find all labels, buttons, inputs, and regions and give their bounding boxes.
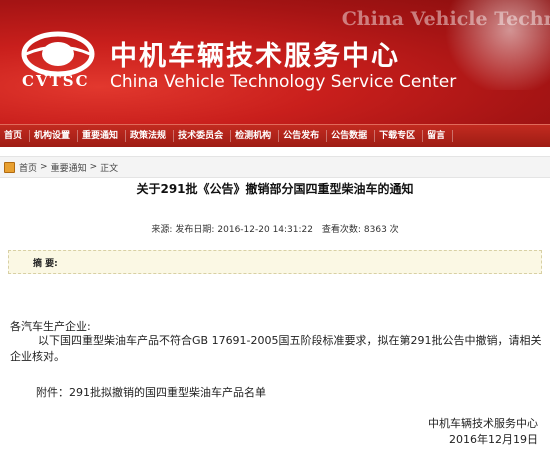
- main-nav: 首页 机构设置 重要通知 政策法规 技术委员会 检测机构 公告发布 公告数据 下…: [0, 124, 550, 147]
- published-date: 2016-12-20 14:31:22: [217, 225, 313, 235]
- nav-item-downloads[interactable]: 下载专区: [375, 130, 424, 142]
- views-count: 8363 次: [363, 225, 399, 235]
- breadcrumb-home[interactable]: 首页: [19, 161, 37, 174]
- abstract-box: 摘 要:: [8, 250, 542, 274]
- breadcrumb: 首页 > 重要通知 > 正文: [0, 156, 550, 178]
- nav-item-organization[interactable]: 机构设置: [30, 130, 79, 142]
- nav-item-tech-committee[interactable]: 技术委员会: [174, 130, 232, 142]
- site-title-en: China Vehicle Technology Service Center: [110, 72, 457, 92]
- breadcrumb-section[interactable]: 重要通知: [51, 161, 87, 174]
- nav-item-notices[interactable]: 重要通知: [78, 130, 127, 142]
- article-meta: 来源: 发布日期: 2016-12-20 14:31:22 查看次数: 8363 次: [0, 222, 550, 235]
- attachment-link[interactable]: 附件：291批拟撤销的国四重型柴油车产品名单: [36, 384, 266, 400]
- banner-watermark: China Vehicle Technolo: [341, 8, 550, 30]
- breadcrumb-separator: >: [40, 162, 48, 172]
- abstract-label: 摘 要:: [33, 258, 58, 269]
- signature-date: 2016年12月19日: [449, 433, 538, 446]
- header-banner: China Vehicle Technolo CVTSC 中机车辆技术服务中心 …: [0, 0, 550, 124]
- nav-item-home[interactable]: 首页: [0, 130, 31, 142]
- breadcrumb-separator: >: [89, 162, 98, 172]
- nav-item-announcement-data[interactable]: 公告数据: [327, 130, 376, 142]
- salutation: 各汽车生产企业:: [10, 320, 91, 333]
- nav-item-announcements[interactable]: 公告发布: [279, 130, 328, 142]
- signature-org: 中机车辆技术服务中心: [428, 417, 538, 430]
- logo-text: CVTSC: [22, 72, 90, 90]
- home-icon: [4, 161, 15, 173]
- published-label: 发布日期:: [175, 225, 215, 235]
- cvtsc-logo-icon: [21, 31, 95, 77]
- article-title: 关于291批《公告》撤销部分国四重型柴油车的通知: [136, 182, 414, 196]
- body-paragraph: 以下国四重型柴油车产品不符合GB 17691-2005国五阶段标准要求，拟在第2…: [10, 334, 542, 363]
- breadcrumb-current: 正文: [100, 163, 119, 174]
- source-label: 来源:: [151, 225, 173, 235]
- nav-item-testing[interactable]: 检测机构: [231, 130, 280, 142]
- nav-item-messages[interactable]: 留言: [423, 130, 454, 142]
- views-label: 查看次数:: [321, 225, 361, 235]
- nav-item-policies[interactable]: 政策法规: [126, 130, 175, 142]
- site-title-cn: 中机车辆技术服务中心: [110, 41, 400, 72]
